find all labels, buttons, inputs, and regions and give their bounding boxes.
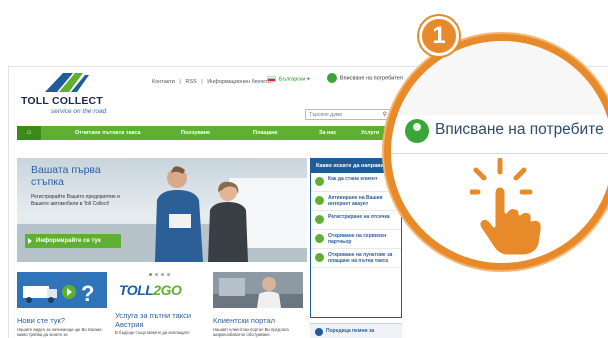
separator: | (201, 79, 203, 85)
location-icon (315, 253, 324, 262)
faq-label: Поредица пемни за (326, 328, 375, 334)
download-icon (315, 234, 324, 243)
magnifier-header-band (391, 41, 608, 115)
toll2go-logo: TOLL2GO (119, 282, 182, 298)
quick-action-find-partner[interactable]: Откриване на сервизен партньор (311, 230, 401, 249)
magnified-login-label: Вписване на потребите (435, 121, 604, 138)
nav-item-services[interactable]: Услуги (361, 126, 379, 140)
logo-name: TOLL COLLECT (21, 95, 103, 107)
hero-banner[interactable]: Вашата първа стъпка Регистрирайте Вашето… (17, 158, 307, 262)
card-title: Клиентски портал (213, 316, 276, 325)
card-text: В бъдеще също можете да изплащате (115, 330, 190, 335)
bulgarian-flag-icon (267, 76, 276, 82)
card-toll2go[interactable]: TOLL2GO Услуга за пътни такси Австрия В … (115, 272, 205, 335)
hero-title: Вашата първа стъпка (31, 164, 101, 188)
main-navigation: ⌂ Отчитане пътната такса Ползуване Плаща… (17, 126, 415, 140)
search-placeholder: Търсене думи (309, 112, 342, 118)
search-icon[interactable]: ⚲ (383, 111, 387, 118)
language-selector[interactable]: Български ▾ (267, 76, 310, 82)
card-customer-portal[interactable]: Клиентски портал Нашият клиентски портал… (213, 272, 303, 337)
customer-portal-image (213, 272, 303, 308)
separator: | (179, 79, 181, 85)
user-login-icon (405, 119, 429, 143)
teaser-cards: ? Нови сте тук? Нашите видео за начинаещ… (17, 272, 307, 338)
user-login-icon (327, 73, 337, 83)
road-stripes-icon (45, 73, 89, 92)
hero-man-image (155, 166, 203, 262)
link-contacts[interactable]: Контакти (152, 79, 175, 85)
link-rss[interactable]: RSS (185, 79, 196, 85)
hero-woman-image (208, 181, 248, 262)
card-text: Нашите видео за начинаещи ще Ви покаже к… (17, 326, 102, 337)
logo-tagline: service on the road (51, 108, 107, 115)
card-title: Нови сте тук? (17, 316, 65, 325)
language-label: Български (279, 76, 306, 83)
quick-action-register-route[interactable]: Регистриране на отсечка (311, 211, 401, 230)
home-icon[interactable]: ⌂ (17, 126, 41, 140)
nav-item-usage[interactable]: Ползуване (181, 126, 210, 140)
nav-item-toll[interactable]: Отчитане пътната такса (75, 126, 141, 140)
magnifier-divider (391, 153, 608, 154)
click-hand-icon (470, 158, 544, 258)
card-new-here[interactable]: ? Нови сте тук? Нашите видео за начинаещ… (17, 272, 107, 337)
hero-subtitle: Регистрирайте Вашето предприятие и Вашит… (31, 194, 120, 207)
document-icon (315, 215, 324, 224)
step-number-badge: 1 (419, 16, 459, 56)
hero-cta-button[interactable]: Информирайте се тук (25, 234, 121, 248)
top-links: Контакти | RSS | Информационен бюлетин (152, 79, 277, 85)
quick-action-activate-account[interactable]: Активиране на Вашия интернет акаунт (311, 192, 401, 211)
new-here-illustration: ? (17, 272, 107, 308)
card-text: Нашият клиентски портал Ви предлага широ… (213, 326, 289, 337)
faq-box[interactable]: Поредица пемни за (310, 323, 402, 338)
quick-action-find-payment-points[interactable]: Откриване на пунктове за плащане на пътн… (311, 249, 401, 268)
question-icon (315, 328, 323, 336)
svg-text:?: ? (81, 281, 94, 306)
link-newsletter[interactable]: Информационен бюлетин (207, 79, 273, 85)
nav-item-payment[interactable]: Плащане (253, 126, 278, 140)
truck-icon (315, 177, 324, 186)
search-input[interactable]: Търсене думи ⚲ (305, 109, 391, 120)
card-title: Услуга за пътни такси Австрия (115, 311, 192, 329)
nav-item-about[interactable]: За нас (319, 126, 336, 140)
check-icon (315, 196, 324, 205)
